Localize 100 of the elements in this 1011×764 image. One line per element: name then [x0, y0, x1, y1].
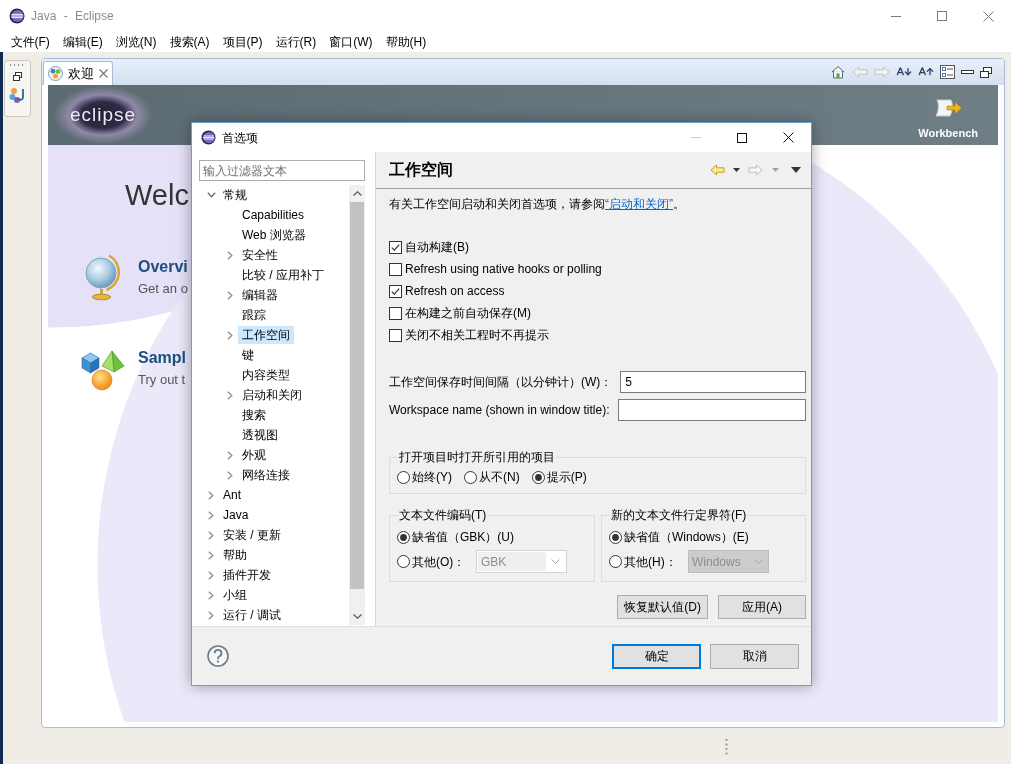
checkbox-icon[interactable]	[389, 240, 402, 254]
editor-tab[interactable]: 欢迎	[43, 61, 113, 85]
tree-item[interactable]: 搜索	[238, 406, 270, 424]
chevron-right-icon[interactable]	[227, 290, 233, 300]
chevron-right-icon[interactable]	[208, 530, 214, 540]
checkbox-icon[interactable]	[389, 262, 402, 276]
chevron-right-icon[interactable]	[227, 250, 233, 260]
tree-item[interactable]: 网络连接	[238, 466, 294, 484]
chevron-right-icon[interactable]	[227, 330, 233, 340]
dropdown-caret-icon[interactable]	[733, 168, 740, 172]
chevron-right-icon[interactable]	[208, 550, 214, 560]
radio-icon[interactable]	[397, 470, 410, 484]
dialog-button[interactable]: 应用(A)	[718, 595, 806, 619]
help-icon[interactable]	[207, 645, 229, 667]
radio-icon[interactable]	[609, 555, 622, 568]
chevron-right-icon[interactable]	[227, 450, 233, 460]
welcome-heading: Welc	[125, 178, 189, 212]
tree-item[interactable]: Java	[219, 506, 253, 524]
radio-button[interactable]: 其他(H)：	[609, 552, 688, 571]
checkbox[interactable]: Refresh on access	[389, 280, 505, 302]
tree-item[interactable]: Ant	[219, 486, 245, 504]
menu-item[interactable]: 文件(F)	[4, 33, 57, 51]
tree-item[interactable]: 比较 / 应用补丁	[238, 266, 328, 284]
customize-icon[interactable]	[940, 65, 955, 79]
checkbox-icon[interactable]	[389, 284, 402, 298]
tree-item[interactable]: Capabilities	[238, 206, 309, 224]
checkbox[interactable]: Refresh using native hooks or polling	[389, 258, 602, 280]
tree-item[interactable]: 常规	[219, 186, 251, 204]
tree-item[interactable]: 键	[238, 346, 258, 364]
filter-field[interactable]: 输入过滤器文本	[199, 160, 365, 181]
menu-item[interactable]: 搜索(A)	[163, 33, 216, 51]
radio-icon[interactable]	[397, 555, 410, 568]
home-icon[interactable]	[830, 64, 846, 80]
tree-item[interactable]: Web 浏览器	[238, 226, 310, 244]
menu-item[interactable]: 浏览(N)	[109, 33, 163, 51]
maximize-icon	[937, 11, 947, 21]
radio-icon[interactable]	[531, 470, 545, 484]
tree-item[interactable]: 插件开发	[219, 566, 275, 584]
tree-item[interactable]: 内容类型	[238, 366, 294, 384]
dialog-title: 首选项	[222, 129, 258, 147]
tree-item[interactable]: 帮助	[219, 546, 251, 564]
text-field[interactable]: 5	[620, 371, 806, 393]
chevron-right-icon[interactable]	[208, 610, 214, 620]
tree-item[interactable]: 启动和关闭	[238, 386, 306, 404]
radio-button[interactable]: 始终(Y)	[397, 468, 452, 486]
app-icon	[9, 8, 25, 24]
dialog-button[interactable]: 恢复默认值(D)	[617, 595, 708, 619]
radio-button[interactable]: 缺省值（GBK）(U)	[397, 528, 514, 546]
tree-item[interactable]: 安装 / 更新	[219, 526, 285, 544]
field-label: Workspace name (shown in window title):	[389, 402, 610, 419]
scrollbar-thumb[interactable]	[350, 202, 364, 589]
menu-item[interactable]: 运行(R)	[269, 33, 323, 51]
maximize-icon[interactable]	[980, 66, 992, 78]
welcome-link[interactable]: Sampl	[138, 348, 186, 368]
checkbox[interactable]: 在构建之前自动保存(M)	[389, 302, 531, 324]
resize-handle-icon[interactable]	[725, 739, 728, 755]
chevron-down-icon[interactable]	[206, 192, 216, 198]
page-title: 工作空间	[389, 160, 453, 180]
menu-item[interactable]: 编辑(E)	[56, 33, 110, 51]
checkbox-icon[interactable]	[389, 328, 402, 342]
radio-icon[interactable]	[464, 470, 477, 484]
tree-item[interactable]: 外观	[238, 446, 270, 464]
tree-item[interactable]: 小组	[219, 586, 251, 604]
text-field[interactable]	[617, 399, 806, 421]
checkbox[interactable]: 关闭不相关工程时不再提示	[389, 324, 549, 346]
perspective-icon[interactable]	[9, 87, 26, 104]
chevron-right-icon[interactable]	[208, 590, 214, 600]
chevron-right-icon[interactable]	[227, 470, 233, 480]
close-icon[interactable]	[99, 69, 108, 78]
tree-item[interactable]: 透视图	[238, 426, 282, 444]
radio-button[interactable]: 从不(N)	[464, 468, 520, 486]
chevron-right-icon[interactable]	[208, 510, 214, 520]
group-title: 文本文件编码(T)	[398, 507, 488, 523]
startup-shutdown-link[interactable]: “启动和关闭”	[605, 197, 673, 211]
chevron-right-icon[interactable]	[227, 390, 233, 400]
radio-button[interactable]: 提示(P)	[531, 468, 587, 486]
minimize-icon[interactable]	[961, 70, 974, 74]
tree-item[interactable]: 安全性	[238, 246, 282, 264]
tree-item[interactable]: 编辑器	[238, 286, 282, 304]
chevron-right-icon[interactable]	[208, 570, 214, 580]
radio-button[interactable]: 其他(O)：	[397, 552, 476, 571]
radio-button[interactable]: 缺省值（Windows）(E)	[609, 528, 749, 546]
checkbox-icon[interactable]	[389, 306, 402, 320]
chevron-right-icon[interactable]	[208, 490, 214, 500]
tree-item[interactable]: 工作空间	[238, 326, 294, 344]
restore-icon[interactable]	[13, 72, 22, 81]
dialog-button[interactable]: 确定	[612, 643, 701, 669]
menu-item[interactable]: 项目(P)	[216, 33, 269, 51]
menu-item[interactable]: 窗口(W)	[322, 33, 379, 51]
view-menu-icon[interactable]	[791, 167, 801, 173]
dialog-button[interactable]: 取消	[710, 643, 799, 669]
menu-item[interactable]: 帮助(H)	[379, 33, 433, 51]
tree-item[interactable]: 运行 / 调试	[219, 606, 285, 624]
checkbox[interactable]: 自动构建(B)	[389, 236, 469, 258]
tree-item[interactable]: 跟踪	[238, 306, 270, 324]
welcome-link[interactable]: Overvi	[138, 257, 188, 277]
workbench-button[interactable]: Workbench	[918, 88, 978, 142]
welcome-icon	[48, 66, 63, 81]
radio-icon[interactable]	[397, 530, 410, 544]
radio-icon[interactable]	[609, 530, 622, 544]
